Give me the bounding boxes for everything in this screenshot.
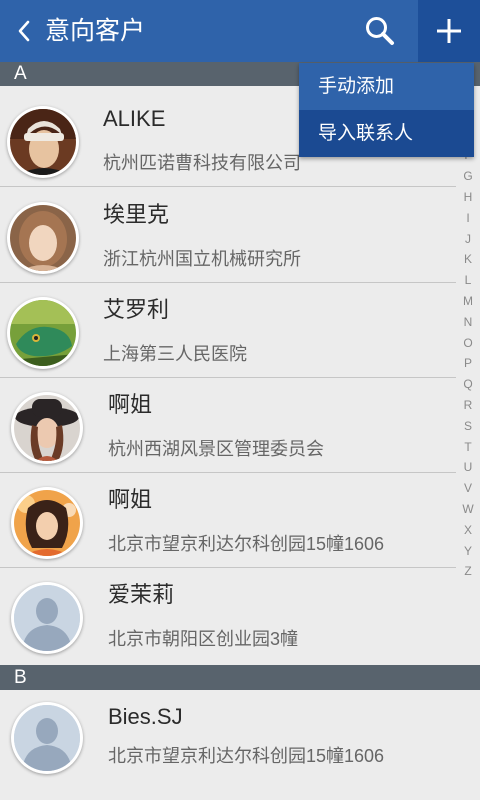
default-person-avatar	[11, 582, 83, 654]
alphabet-letter-x[interactable]: X	[456, 523, 480, 537]
alphabet-index[interactable]: CDEFGHIJKLMNOPQRSTUVWXYZ	[456, 86, 480, 668]
contact-company: 杭州匹诺曹科技有限公司	[103, 153, 301, 173]
alphabet-letter-m[interactable]: M	[456, 294, 480, 308]
contact-row[interactable]: 爱茉莉 北京市朝阳区创业园3幢	[0, 568, 456, 665]
contact-row[interactable]: 艾罗利 上海第三人民医院	[0, 283, 456, 378]
section-letter: A	[14, 63, 27, 84]
contact-name: ALIKE	[103, 106, 166, 131]
menu-item-import-contacts[interactable]: 导入联系人	[299, 110, 474, 157]
alphabet-letter-i[interactable]: I	[456, 211, 480, 225]
contact-company: 杭州西湖风景区管理委员会	[108, 439, 324, 459]
add-button[interactable]	[418, 0, 480, 62]
menu-item-manual-add[interactable]: 手动添加	[299, 63, 474, 110]
alphabet-letter-h[interactable]: H	[456, 190, 480, 204]
alphabet-letter-l[interactable]: L	[456, 273, 480, 287]
contact-company: 浙江杭州国立机械研究所	[103, 249, 301, 269]
alphabet-letter-w[interactable]: W	[456, 502, 480, 516]
alphabet-letter-j[interactable]: J	[456, 232, 480, 246]
plus-icon	[437, 19, 461, 43]
alphabet-letter-n[interactable]: N	[456, 315, 480, 329]
alphabet-letter-z[interactable]: Z	[456, 564, 480, 578]
add-menu: 手动添加 导入联系人	[299, 63, 474, 157]
alphabet-letter-u[interactable]: U	[456, 460, 480, 474]
alphabet-letter-t[interactable]: T	[456, 440, 480, 454]
alphabet-letter-o[interactable]: O	[456, 336, 480, 350]
contact-row[interactable]: 啊姐 北京市望京利达尔科创园15幢1606	[0, 473, 456, 568]
contact-row[interactable]: Bies.SJ 北京市望京利达尔科创园15幢1606	[0, 690, 480, 800]
contact-row[interactable]: 埃里克 浙江杭州国立机械研究所	[0, 188, 456, 283]
photo-man-avatar	[7, 106, 79, 178]
contact-company: 北京市望京利达尔科创园15幢1606	[108, 746, 385, 766]
back-arrow-icon	[18, 20, 30, 42]
app-header: 意向客户	[0, 0, 480, 62]
contact-company: 北京市望京利达尔科创园15幢1606	[108, 534, 385, 554]
contact-name: 啊姐	[108, 487, 153, 512]
photo-lizard-avatar	[7, 297, 79, 369]
contact-row[interactable]: 啊姐 杭州西湖风景区管理委员会	[0, 378, 456, 473]
contact-company: 上海第三人民医院	[103, 344, 247, 364]
contact-name: 啊姐	[108, 392, 153, 417]
photo-woman-hat-avatar	[11, 392, 83, 464]
row-divider	[0, 186, 456, 187]
contact-name: 埃里克	[103, 202, 170, 227]
page-title: 意向客户	[45, 17, 146, 45]
alphabet-letter-k[interactable]: K	[456, 252, 480, 266]
search-button[interactable]	[352, 0, 408, 62]
contact-company: 北京市朝阳区创业园3幢	[108, 629, 299, 649]
search-icon	[366, 17, 394, 45]
photo-woman-avatar	[7, 202, 79, 274]
alphabet-letter-v[interactable]: V	[456, 481, 480, 495]
alphabet-letter-q[interactable]: Q	[456, 377, 480, 391]
alphabet-letter-r[interactable]: R	[456, 398, 480, 412]
default-person-avatar	[11, 702, 83, 774]
back-button[interactable]	[0, 0, 44, 62]
contact-name: Bies.SJ	[108, 704, 183, 729]
alphabet-letter-s[interactable]: S	[456, 419, 480, 433]
alphabet-letter-y[interactable]: Y	[456, 544, 480, 558]
section-header-b: B	[0, 665, 480, 690]
alphabet-letter-p[interactable]: P	[456, 356, 480, 370]
contact-name: 爱茉莉	[108, 582, 175, 607]
section-letter: B	[14, 667, 27, 688]
alphabet-letter-g[interactable]: G	[456, 169, 480, 183]
photo-woman-orange-avatar	[11, 487, 83, 559]
contact-name: 艾罗利	[103, 297, 170, 322]
